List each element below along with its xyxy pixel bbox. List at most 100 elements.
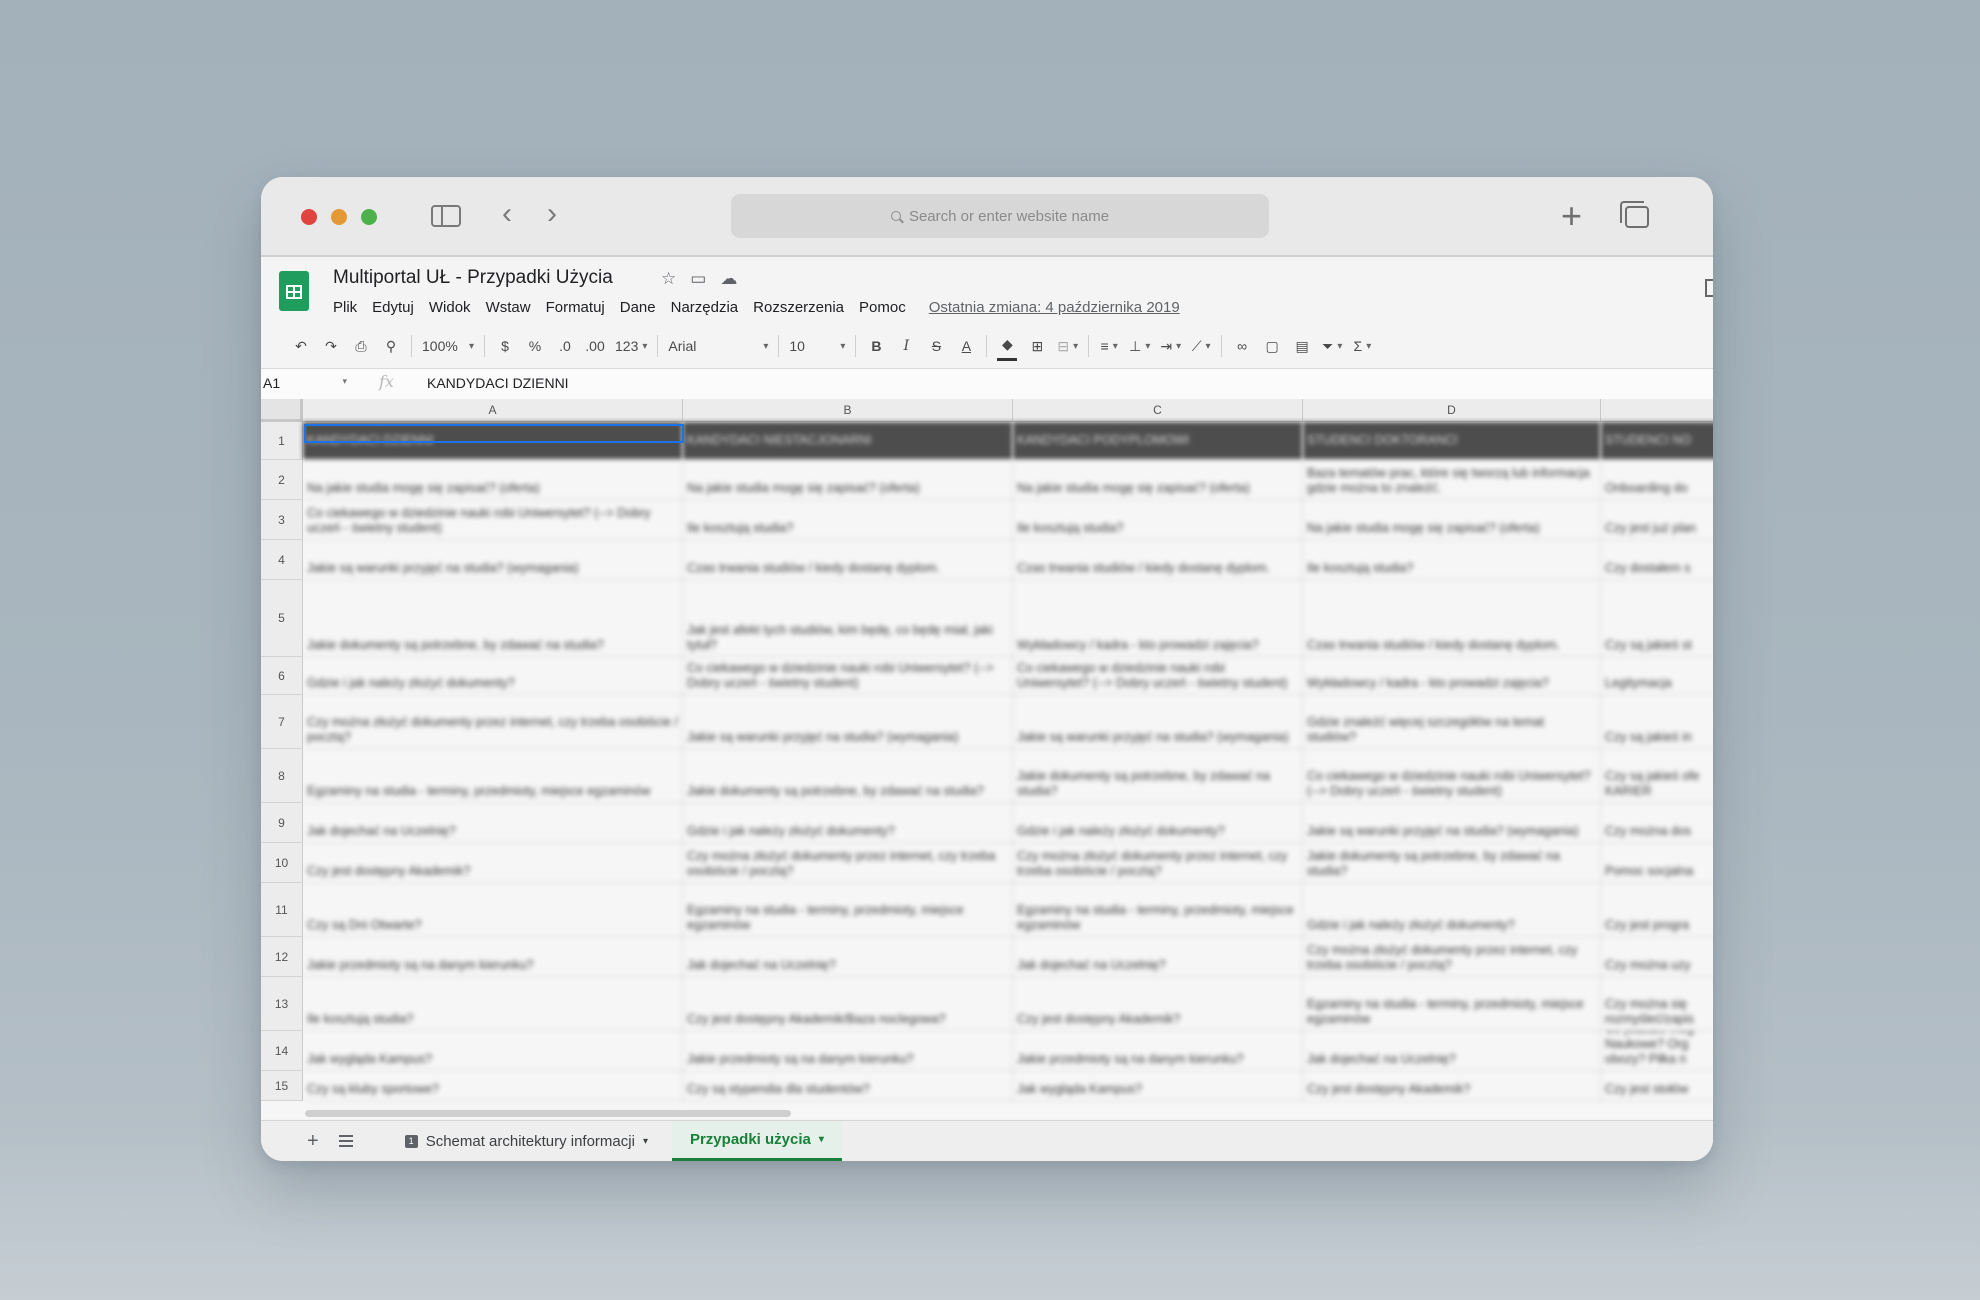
table-cell[interactable]: Co ciekawego w dziedzinie nauki robi Uni… [1303,749,1601,803]
table-cell[interactable]: Na jakie studia mogę się zapisać? (ofert… [1303,500,1601,540]
table-cell[interactable]: Jakie są warunki przyjęć na studia? (wym… [303,540,683,580]
horizontal-scrollbar[interactable] [305,1110,791,1117]
table-cell[interactable]: Jakie są warunki przyjęć na studia? (wym… [683,695,1013,749]
spreadsheet-grid[interactable]: A B C D 1 KANDYDACI DZIENNI KANDYDACI NIESTACJ… [261,399,1713,1119]
table-cell[interactable]: Czy można dos [1601,803,1713,843]
header-cell[interactable]: STUDENCI NO [1601,422,1713,460]
menu-format[interactable]: Formatuj [546,299,605,316]
table-cell[interactable]: Baza tematów prac, które się tworzą lub … [1303,460,1601,500]
table-cell[interactable]: Jak dojechać na Uczelnię? [683,937,1013,977]
table-cell[interactable]: Gdzie i jak należy złożyć dokumenty? [1013,803,1303,843]
table-cell[interactable]: Czy jest dostępny Akademik? [1013,977,1303,1031]
table-cell[interactable]: Ile kosztują studia? [1303,540,1601,580]
column-header[interactable]: B [683,399,1013,422]
menu-data[interactable]: Dane [620,299,656,316]
table-cell[interactable]: Jak dojechać na Uczelnię? [1013,937,1303,977]
menu-edit[interactable]: Edytuj [372,299,414,316]
zoom-select[interactable]: 100% [422,333,474,359]
insert-link-icon[interactable]: ∞ [1232,333,1252,359]
table-cell[interactable]: Jakie przedmioty są na danym kierunku? [683,1031,1013,1071]
row-header[interactable]: 8 [261,749,303,803]
menu-view[interactable]: Widok [429,299,471,316]
address-bar[interactable]: Search or enter website name [731,194,1269,238]
percent-format-button[interactable]: % [525,333,545,359]
table-cell[interactable]: Czy można złożyć dokumenty przez interne… [1303,937,1601,977]
menu-help[interactable]: Pomoc [859,299,906,316]
all-sheets-icon[interactable] [338,1135,353,1147]
paint-format-icon[interactable]: ⚲ [381,333,401,359]
header-cell[interactable]: KANDYDACI NIESTACJONARNI [683,422,1013,460]
header-cell[interactable]: STUDENCI DOKTORANCI [1303,422,1601,460]
table-cell[interactable]: Czy można złożyć dokumenty przez interne… [683,843,1013,883]
table-cell[interactable]: Jak wygląda Kampus? [1013,1071,1303,1101]
formula-input[interactable]: KANDYDACI DZIENNI [427,375,569,391]
table-cell[interactable]: Jakie dokumenty są potrzebne, by zdawać … [683,749,1013,803]
fill-color-icon[interactable]: ◆ [997,332,1018,361]
header-cell[interactable]: KANDYDACI DZIENNI [303,422,683,460]
column-header[interactable]: A [303,399,683,422]
table-cell[interactable]: Egzaminy na studia - terminy, przedmioty… [683,883,1013,937]
table-cell[interactable]: Na jakie studia mogę się zapisać? (ofert… [303,460,683,500]
new-tab-button[interactable]: + [1561,198,1582,234]
star-icon[interactable]: ☆ [661,269,676,289]
font-size-select[interactable]: 10 [789,333,845,359]
print-icon[interactable]: ⎙ [351,333,371,359]
table-cell[interactable]: Na jakie studia mogę się zapisać? (ofert… [683,460,1013,500]
strikethrough-button[interactable]: S [926,333,946,359]
table-cell[interactable]: Jak wygląda Kampus? [303,1031,683,1071]
table-cell[interactable]: Czy można się rozmyśleć/zapis [1601,977,1713,1031]
name-box[interactable]: A1 [263,375,353,391]
table-cell[interactable]: Gdzie i jak należy złożyć dokumenty? [303,657,683,695]
insert-chart-icon[interactable]: ▤ [1292,333,1312,359]
close-window-button[interactable] [301,209,317,225]
redo-icon[interactable]: ↷ [321,333,341,359]
back-button[interactable]: ‹ [494,199,520,229]
header-cell[interactable]: KANDYDACI PODYPLOMOWI [1013,422,1303,460]
add-sheet-button[interactable]: + [307,1130,319,1153]
currency-format-button[interactable]: $ [495,333,515,359]
table-cell[interactable]: Czy można złożyć dokumenty przez interne… [1013,843,1303,883]
table-cell[interactable]: Jak dojechać na Uczelnię? [1303,1031,1601,1071]
menu-tools[interactable]: Narzędzia [671,299,739,316]
table-cell[interactable]: Jakie dokumenty są potrzebne, by zdawać … [1303,843,1601,883]
column-header[interactable]: C [1013,399,1303,422]
table-cell[interactable]: Ile kosztują studia? [303,977,683,1031]
last-edit-link[interactable]: Ostatnia zmiana: 4 października 2019 [929,299,1180,316]
table-cell[interactable]: Wykładowcy / kadra - kto prowadzi zajęci… [1013,580,1303,657]
table-cell[interactable]: Gdzie znaleźć więcej szczegółów na temat… [1303,695,1601,749]
tab-overview-icon[interactable] [1620,201,1649,228]
table-cell[interactable]: Czas trwania studiów / kiedy dostanę dyp… [683,540,1013,580]
select-all-corner[interactable] [261,399,303,422]
table-cell[interactable]: Czy jest dostępny Akademik? [303,843,683,883]
row-header[interactable]: 9 [261,803,303,843]
table-cell[interactable]: Czy jest już plan [1601,500,1713,540]
table-cell[interactable]: Co ciekawego w dziedzinie nauki robi Uni… [683,657,1013,695]
table-cell[interactable]: Egzaminy na studia - terminy, przedmioty… [303,749,683,803]
document-title[interactable]: Multiportal UŁ - Przypadki Użycia [333,267,613,289]
insert-comment-icon[interactable]: ▢ [1262,333,1282,359]
minimize-window-button[interactable] [331,209,347,225]
table-cell[interactable]: Egzaminy na studia - terminy, przedmioty… [1303,977,1601,1031]
table-cell[interactable]: Czy są jakieś in [1601,695,1713,749]
decrease-decimal-button[interactable]: .0 [555,333,575,359]
comments-icon[interactable] [1705,279,1713,297]
table-cell[interactable]: Czy są Dni Otwarte? [303,883,683,937]
text-wrap-icon[interactable]: ⇥ [1160,333,1181,359]
row-header[interactable]: 2 [261,460,303,500]
table-cell[interactable]: Czy są stypendia dla studentów? [683,1071,1013,1101]
cloud-status-icon[interactable]: ☁ [720,269,737,289]
table-cell[interactable]: Jakie przedmioty są na danym kierunku? [303,937,683,977]
table-cell[interactable]: Czas trwania studiów / kiedy dostanę dyp… [1013,540,1303,580]
table-cell[interactable]: Jakie dokumenty są potrzebne, by zdawać … [303,580,683,657]
table-cell[interactable]: Jak dojechać na Uczelnię? [303,803,683,843]
table-cell[interactable]: Ile kosztują studia? [683,500,1013,540]
row-header[interactable]: 1 [261,422,303,460]
sheet-tab-przypadki[interactable]: Przypadki użycia ▾ [671,1121,842,1161]
row-header[interactable]: 11 [261,883,303,937]
column-header[interactable]: D [1303,399,1601,422]
table-cell[interactable]: Egzaminy na studia - terminy, przedmioty… [1013,883,1303,937]
table-cell[interactable]: Czy jest stołów [1601,1071,1713,1101]
table-cell[interactable]: Onboarding do [1601,460,1713,500]
borders-icon[interactable]: ⊞ [1027,333,1047,359]
table-cell[interactable]: Ile kosztują studia? [1013,500,1303,540]
